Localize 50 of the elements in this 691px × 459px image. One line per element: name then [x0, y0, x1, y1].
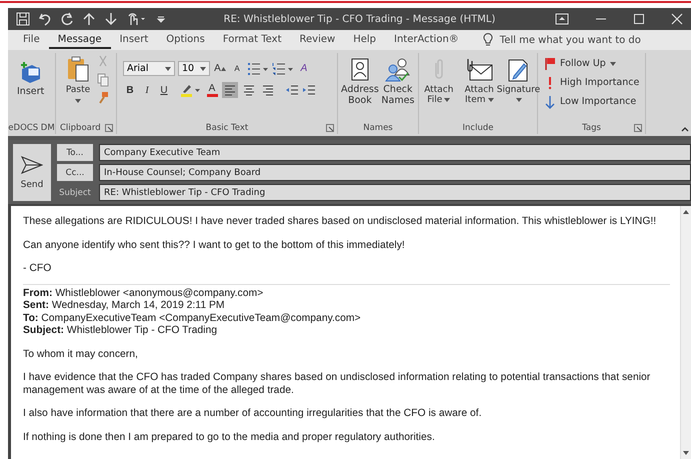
paragraph: If nothing is done then I am prepared to go to the media and proper regulatory authorities. [23, 432, 436, 444]
shrink-font-button[interactable]: A [230, 61, 244, 76]
paragraph: I also have information that there are a number of accounting irregularities that the CFO is aware of. [23, 408, 483, 420]
attach-file-button[interactable]: Attach File [420, 55, 458, 106]
recipient-button[interactable]: To... [57, 144, 93, 161]
tell-me-field[interactable]: Tell me what you want to do [500, 34, 641, 46]
paragraph: I have evidence that the CFO has traded Company shares based on undisclosed information relating to potential transactions that senior management was aware of at the time of the alleged trade. [23, 372, 652, 397]
paragraph: Can anyone identify who sent this?? I want to get to the bottom of this immediately! [23, 240, 406, 252]
paragraph: To whom it may concern, [23, 348, 139, 361]
paste-button[interactable]: Paste [65, 55, 91, 104]
clear-formatting-button[interactable]: A [297, 61, 311, 76]
input-field[interactable]: RE: Whistleblower Tip - CFO Trading [99, 184, 691, 201]
paragraph: - CFO [23, 263, 52, 276]
group-label: Clipboard [60, 122, 101, 132]
ribbon-tab[interactable]: Insert [110, 32, 158, 48]
input-field[interactable]: Company Executive Team [99, 144, 691, 161]
check-names-button[interactable]: Check Names [380, 55, 415, 107]
ribbon-tab[interactable]: Format Text [214, 32, 290, 48]
address-book-button[interactable]: Address Book [341, 55, 379, 107]
ribbon-tab[interactable]: InterAction® [385, 32, 468, 48]
paragraph: These allegations are RIDICULOUS! I have never traded shares based on undisclosed material information. This whistleblower is LYING!! [23, 216, 658, 228]
send-button[interactable]: Send [13, 144, 51, 201]
field-label: Subject [58, 186, 92, 200]
header-line: From: Whistleblower <anonymous@company.com> [23, 288, 264, 300]
group-label: Tags [582, 122, 601, 132]
header-line: Sent: Wednesday, March 14, 2019 2:11 PM [23, 300, 226, 312]
header-line: Subject: Whistleblower Tip - CFO Trading [23, 325, 218, 338]
ribbon-tab[interactable]: Review [290, 32, 344, 48]
group-label: Include [462, 122, 494, 132]
ribbon-tab[interactable]: Options [157, 32, 214, 48]
font-name-dropdown[interactable]: Arial [123, 61, 175, 76]
insert-button[interactable]: Insert [17, 59, 44, 98]
group-label: Basic Text [206, 122, 248, 132]
font-color-button[interactable]: A [205, 82, 219, 98]
italic-button[interactable]: I [140, 82, 154, 98]
low-importance-button[interactable]: Low Importance [544, 93, 636, 110]
ribbon-tab[interactable]: File [14, 32, 49, 48]
font-size-dropdown[interactable]: 10 [178, 61, 210, 76]
grow-font-button[interactable]: A [213, 61, 227, 76]
header-line: To: CompanyExecutiveTeam <CompanyExecutiveTeam@company.com> [23, 312, 362, 325]
group-label: Names [363, 122, 393, 132]
high-importance-button[interactable]: High Importance [544, 74, 640, 91]
input-field[interactable]: In-House Counsel; Company Board [99, 164, 691, 181]
window-title: RE: Whistleblower Tip - CFO Trading - Message (HTML) [222, 14, 496, 24]
group-label: eDOCS DM [8, 122, 55, 132]
ribbon-tab[interactable]: Help [344, 32, 385, 48]
underline-button[interactable]: U [157, 82, 171, 98]
bold-button[interactable]: B [123, 82, 137, 98]
recipient-button[interactable]: Cc... [57, 164, 93, 181]
follow-up-button[interactable]: Follow Up [544, 55, 616, 72]
